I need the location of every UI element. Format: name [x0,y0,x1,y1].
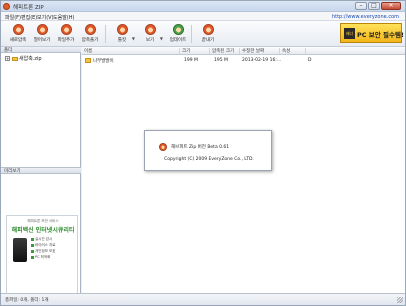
toolkit-icon [116,24,128,35]
update-button[interactable]: 업데이트 [167,23,189,45]
tool-label: 툴킷 [117,38,127,43]
update-icon [172,24,184,35]
extract-icon [84,24,96,35]
extract-button[interactable]: 압축풀기 [79,23,101,45]
bullet-icon [31,243,34,247]
tool-label: 끝내기 [201,38,215,43]
tool-label: 파일추가 [57,38,75,43]
ad-caption: 해피트론 보안 서비스 [27,219,59,223]
ad-headline: 해피백신 인터넷시큐리티 [11,227,75,234]
dropdown-arrow-icon[interactable]: ▼ [132,36,135,41]
open-archive-button[interactable]: 열어보기 [31,23,53,45]
toolbar-separator [105,25,106,43]
table-row[interactable]: 나무발발이 199 M 195 M 2013-02-19 16:... D [82,57,405,64]
menu-view[interactable]: 보기(V) [37,14,54,21]
status-bar: 총파일: 0개, 폴더: 1개 [1,293,405,305]
folder-pane: 폴더 + 새압축.zip 미리보기 해피트론 보안 서비스 해피백신 인터넷시큐리… [1,47,81,303]
new-archive-icon [12,24,24,35]
about-copyright: Copyright (C) 2009 EveryZone Co., LTD. [164,157,254,162]
resize-grip-icon[interactable] [397,297,403,303]
close-button[interactable]: ✕ [381,2,401,10]
promo-banner[interactable]: 배너 PC 보안 필수템! [340,23,404,43]
ad-feature-text: 바이러스 치료 [35,243,56,247]
file-name: 나무발발이 [93,59,114,64]
file-date: 2013-02-19 16:... [242,58,282,63]
ad-feature-text: PC 최적화 [35,255,51,259]
folder-icon [85,58,91,63]
bullet-icon [31,237,34,241]
about-splash[interactable]: 해브피트 Zip 버전 Beta 0.61 Copyright (C) 2009… [144,130,272,171]
file-attributes: D [308,58,312,63]
column-header-modified[interactable]: 수정한 날짜 [240,48,280,54]
view-button[interactable]: 보기 ▼ [139,23,163,45]
tree-item-root[interactable]: + 새압축.zip [5,55,42,62]
add-files-icon [60,24,72,35]
ad-feature-text: 개인정보 보호 [35,249,56,253]
app-icon[interactable] [3,3,10,10]
exit-button[interactable]: 끝내기 [197,23,219,45]
menu-help[interactable]: 도움말(H) [53,14,74,21]
column-header-packed-size[interactable]: 압축된 크기 [210,48,240,54]
minimize-button[interactable]: – [355,2,367,10]
folder-pane-header: 폴더 [1,47,81,53]
maximize-button[interactable]: □ [368,2,380,10]
ad-feature: PC 최적화 [31,254,77,260]
window-title: 해피트론 ZIP [13,5,44,11]
toolbar-separator [191,25,192,43]
status-text: 총파일: 0개, 폴더: 1개 [5,298,49,303]
expand-icon[interactable]: + [5,56,10,61]
tool-label: 새로압축 [9,38,27,43]
file-packed-size: 195 M [214,58,228,63]
column-header-size[interactable]: 크기 [180,48,210,54]
column-header-name[interactable]: 이름 [82,48,180,54]
open-archive-icon [36,24,48,35]
tool-label: 업데이트 [169,38,187,43]
bullet-icon [31,255,34,259]
menu-file[interactable]: 파일(F) [5,14,21,21]
device-image [13,238,27,262]
file-size: 199 M [184,58,198,63]
add-files-button[interactable]: 파일추가 [55,23,77,45]
title-bar[interactable]: 해피트론 ZIP – □ ✕ [1,1,405,12]
new-archive-button[interactable]: 새로압축 [7,23,29,45]
file-list-header: 이름 크기 압축된 크기 수정한 날짜 속성 [82,47,405,55]
preview-pane-header: 미리보기 [1,167,81,174]
menu-bar: 파일(F) 편집(E) 보기(V) 도움말(H) http://www.ever… [1,12,405,21]
ad-feature-list: 실시간 감시 바이러스 치료 개인정보 보호 PC 최적화 [31,236,77,260]
app-logo-icon [159,143,167,151]
folder-icon [12,56,18,61]
site-link[interactable]: http://www.everyzone.com [332,14,399,20]
tool-label: 보기 [145,38,155,43]
exit-icon [202,24,214,35]
ad-box[interactable]: 해피트론 보안 서비스 해피백신 인터넷시큐리티 실시간 감시 바이러스 치료 … [6,215,78,303]
dropdown-arrow-icon[interactable]: ▼ [160,36,163,41]
tree-item-label: 새압축.zip [19,56,42,62]
menu-edit[interactable]: 편집(E) [21,14,37,21]
ad-feature-text: 실시간 감시 [35,237,53,241]
toolbar: 새로압축 열어보기 파일추가 압축풀기 툴킷 ▼ 보기 ▼ 업데이트 끝내기 배… [1,21,405,47]
app-window: 해피트론 ZIP – □ ✕ 파일(F) 편집(E) 보기(V) 도움말(H) … [0,0,406,306]
column-header-attributes[interactable]: 속성 [280,48,306,54]
banner-text: PC 보안 필수템! [357,31,404,39]
tool-label: 열어보기 [33,38,51,43]
about-version: 해브피트 Zip 버전 Beta 0.61 [171,145,230,150]
tool-label: 압축풀기 [81,38,99,43]
toolkit-button[interactable]: 툴킷 ▼ [111,23,135,45]
view-icon [144,24,156,35]
bullet-icon [31,249,34,253]
banner-logo: 배너 [344,28,355,39]
